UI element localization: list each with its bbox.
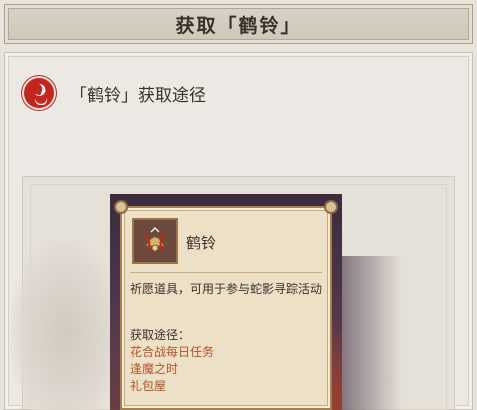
- section-title: 「鹤铃」获取途径: [70, 85, 206, 106]
- title-bar: 获取「鹤铃」: [4, 4, 473, 44]
- tomoe-emblem-icon: [24, 78, 54, 108]
- item-name: 鹤铃: [186, 234, 217, 252]
- card-corner-ornament: [114, 200, 128, 214]
- source-item: 花合战每日任务: [130, 345, 215, 359]
- source-item: 逢魔之时: [130, 362, 179, 376]
- sources-heading: 获取途径：: [130, 328, 191, 342]
- ink-wash-decoration: [10, 240, 120, 410]
- background-shadow: [342, 256, 402, 410]
- source-item: 礼包屋: [130, 379, 167, 393]
- crane-bell-icon: [143, 226, 166, 252]
- window-title: 获取「鹤铃」: [175, 14, 302, 37]
- card-divider: [130, 272, 322, 273]
- item-description: 祈愿道具，可用于参与蛇影寻踪活动: [130, 282, 323, 296]
- card-corner-ornament: [324, 200, 338, 214]
- section-header: 「鹤铃」获取途径: [24, 78, 206, 108]
- item-icon-slot: [132, 218, 178, 264]
- item-tooltip-card: 鹤铃 祈愿道具，可用于参与蛇影寻踪活动 获取途径： 花合战每日任务 逢魔之时 礼…: [114, 200, 338, 410]
- sources-list: 花合战每日任务 逢魔之时 礼包屋: [130, 344, 214, 395]
